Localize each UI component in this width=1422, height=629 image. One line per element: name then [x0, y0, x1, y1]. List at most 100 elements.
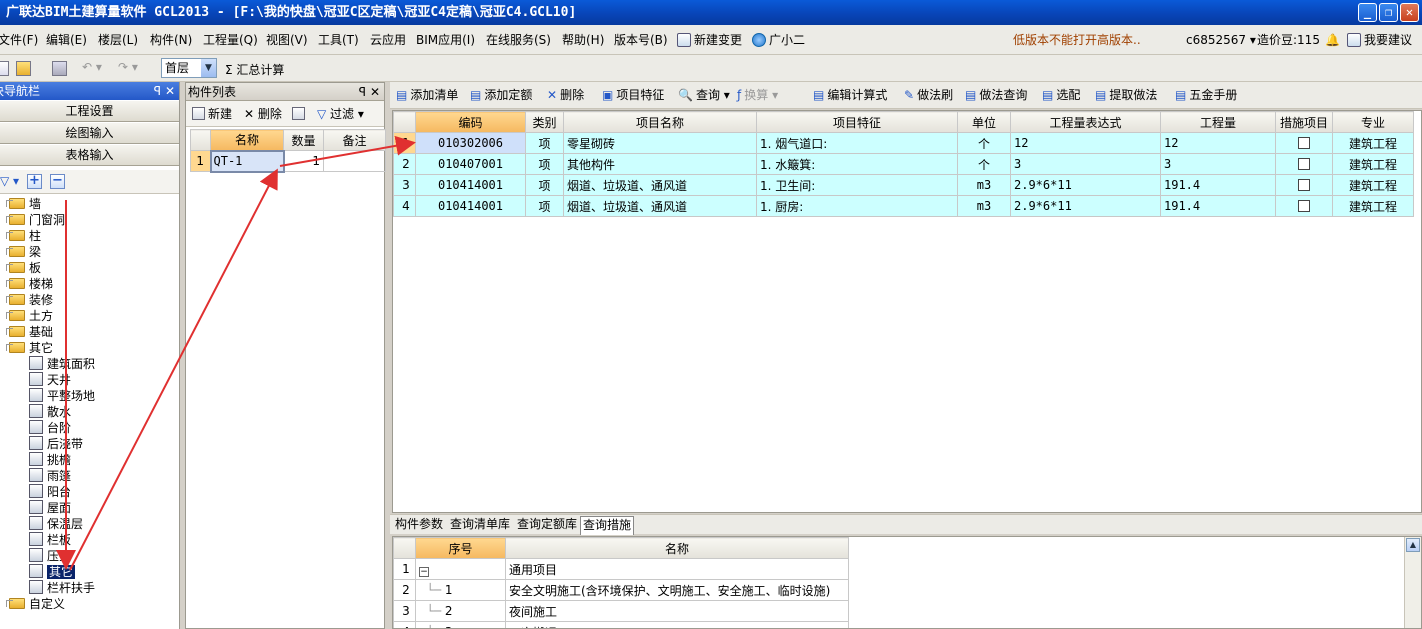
table-row[interactable]: 2 └─ 1 安全文明施工(含环境保护、文明施工、安全施工、临时设施) [393, 579, 849, 601]
quantity-cell[interactable]: 191.4 [1160, 174, 1276, 196]
table-row[interactable]: 1− 通用项目 [393, 558, 849, 580]
tree-leaf-apron[interactable]: 散水 [29, 404, 71, 420]
measure-checkbox[interactable] [1298, 179, 1310, 191]
tab-query-list[interactable]: 查询清单库 [448, 516, 512, 535]
menu-help[interactable]: 帮助(H) [562, 25, 604, 55]
table-row[interactable]: 1 QT-1 1 [190, 149, 386, 173]
tree-leaf-post-cast-strip[interactable]: 后浇带 [29, 436, 83, 452]
item-feature-cell[interactable]: 1. 水簸箕: [756, 153, 958, 175]
tree-folder-earthwork[interactable]: 土方 [6, 308, 53, 324]
table-row[interactable]: 3 └─ 2 夜间施工 [393, 600, 849, 622]
menu-cloud[interactable]: 云应用 [370, 25, 406, 55]
vertical-scrollbar[interactable]: ▲ [1404, 537, 1421, 628]
tree-leaf-railing[interactable]: 栏杆扶手 [29, 580, 95, 596]
floor-select[interactable]: 首层 ▼ [161, 58, 217, 78]
minimize-icon[interactable]: _ [1358, 3, 1377, 22]
major-cell[interactable]: 建筑工程 [1332, 174, 1414, 196]
item-feature-cell[interactable]: 1. 烟气道口: [756, 132, 958, 154]
col-type[interactable]: 类别 [525, 111, 564, 133]
tree-folder-door-window[interactable]: 门窗洞 [6, 212, 65, 228]
delete-button[interactable]: ✕ 删除 [547, 82, 584, 108]
type-cell[interactable]: 项 [525, 174, 564, 196]
col-unit[interactable]: 单位 [957, 111, 1011, 133]
tree-leaf-coping[interactable]: 压顶 [29, 548, 71, 564]
extract-method-button[interactable]: ▤ 提取做法 [1095, 82, 1157, 108]
option-match-button[interactable]: ▤ 选配 [1042, 82, 1080, 108]
open-file-icon[interactable] [16, 61, 31, 76]
item-name-cell[interactable]: 零星砌砖 [563, 132, 757, 154]
menu-version[interactable]: 版本号(B) [614, 25, 668, 55]
item-feature-cell[interactable]: 1. 厨房: [756, 195, 958, 217]
table-row[interactable]: 1 010302006 项零星砌砖 1. 烟气道口: 个 12 12 建筑工程 [393, 132, 1414, 154]
measure-name-cell[interactable]: 夜间施工 [505, 600, 849, 622]
major-cell[interactable]: 建筑工程 [1332, 132, 1414, 154]
menu-online[interactable]: 在线服务(S) [486, 25, 551, 55]
measure-name-cell[interactable]: 二次搬运 [505, 621, 849, 628]
item-feature-button[interactable]: ▣ 项目特征 [602, 82, 664, 108]
unit-cell[interactable]: 个 [957, 132, 1011, 154]
col-expression[interactable]: 工程量表达式 [1010, 111, 1161, 133]
tree-folder-beam[interactable]: 梁 [6, 244, 41, 260]
tree-folder-decoration[interactable]: 装修 [6, 292, 53, 308]
query-button[interactable]: 🔍 查询 ▾ [678, 82, 730, 108]
add-quota-button[interactable]: ▤ 添加定额 [470, 82, 532, 108]
quantity-cell[interactable]: 12 [1160, 132, 1276, 154]
close-icon[interactable]: ✕ [1400, 3, 1419, 22]
method-query-button[interactable]: ▤ 做法查询 [965, 82, 1027, 108]
col-qty[interactable]: 数量 [283, 129, 324, 151]
restore-icon[interactable]: ❐ [1379, 3, 1398, 22]
measure-checkbox-cell[interactable] [1275, 153, 1333, 175]
collapse-all-icon[interactable]: − [50, 174, 65, 189]
copy-icon[interactable] [292, 101, 308, 127]
close-panel-icon[interactable]: ✕ [370, 83, 380, 101]
user-account[interactable]: c6852567 ▾ [1186, 25, 1256, 55]
item-name-cell[interactable]: 其他构件 [563, 153, 757, 175]
col-item-feature[interactable]: 项目特征 [756, 111, 958, 133]
col-measure-item[interactable]: 措施项目 [1275, 111, 1333, 133]
unit-cell[interactable]: m3 [957, 174, 1011, 196]
table-row[interactable]: 4 010414001 项烟道、垃圾道、通风道 1. 厨房: m3 2.9*6*11 191… [393, 195, 1414, 217]
code-cell[interactable]: 010414001 [415, 195, 526, 217]
measure-checkbox-cell[interactable] [1275, 195, 1333, 217]
tree-leaf-cornice[interactable]: 挑檐 [29, 452, 71, 468]
summary-calc-button[interactable]: Σ 汇总计算 [225, 61, 284, 78]
tree-leaf-steps[interactable]: 台阶 [29, 420, 71, 436]
nav-draw-input[interactable]: 绘图输入 [0, 123, 179, 144]
tree-folder-custom[interactable]: 自定义 [6, 596, 65, 612]
menu-quantity[interactable]: 工程量(Q) [203, 25, 258, 55]
quantity-cell[interactable]: 3 [1160, 153, 1276, 175]
unit-cell[interactable]: m3 [957, 195, 1011, 217]
new-change-button[interactable]: 新建变更 [677, 25, 742, 55]
tab-query-quota[interactable]: 查询定额库 [515, 516, 579, 535]
nav-table-input[interactable]: 表格输入 [0, 145, 179, 166]
expression-cell[interactable]: 3 [1010, 153, 1161, 175]
menu-view[interactable]: 视图(V) [266, 25, 308, 55]
pin-icon[interactable]: ꟼ [359, 83, 366, 101]
code-cell[interactable]: 010414001 [415, 174, 526, 196]
measure-checkbox-cell[interactable] [1275, 174, 1333, 196]
code-cell[interactable]: 010302006 [415, 132, 526, 154]
table-row[interactable]: 3 010414001 项烟道、垃圾道、通风道 1. 卫生间: m3 2.9*6*11 19… [393, 174, 1414, 196]
tree-leaf-balcony[interactable]: 阳台 [29, 484, 71, 500]
save-icon[interactable] [52, 61, 67, 76]
major-cell[interactable]: 建筑工程 [1332, 195, 1414, 217]
component-note-cell[interactable] [323, 150, 386, 172]
major-cell[interactable]: 建筑工程 [1332, 153, 1414, 175]
guangxiaoer-button[interactable]: 广小二 [752, 25, 805, 55]
menu-file[interactable]: 文件(F) [0, 25, 38, 55]
convert-button[interactable]: ƒ 换算 ▾ [737, 82, 778, 108]
tab-query-measures[interactable]: 查询措施 [580, 516, 635, 535]
col-note[interactable]: 备注 [323, 129, 386, 151]
scroll-up-icon[interactable]: ▲ [1406, 538, 1420, 552]
type-cell[interactable]: 项 [525, 132, 564, 154]
nav-project-settings[interactable]: 工程设置 [0, 101, 179, 122]
seq-cell[interactable]: └─ 1 [415, 579, 506, 601]
item-feature-cell[interactable]: 1. 卫生间: [756, 174, 958, 196]
col-item-name[interactable]: 项目名称 [563, 111, 757, 133]
item-name-cell[interactable]: 烟道、垃圾道、通风道 [563, 195, 757, 217]
tree-folder-stair[interactable]: 楼梯 [6, 276, 53, 292]
expression-cell[interactable]: 12 [1010, 132, 1161, 154]
expand-all-icon[interactable]: + [27, 174, 42, 189]
edit-formula-button[interactable]: ▤ 编辑计算式 [813, 82, 887, 108]
col-quantity[interactable]: 工程量 [1160, 111, 1276, 133]
